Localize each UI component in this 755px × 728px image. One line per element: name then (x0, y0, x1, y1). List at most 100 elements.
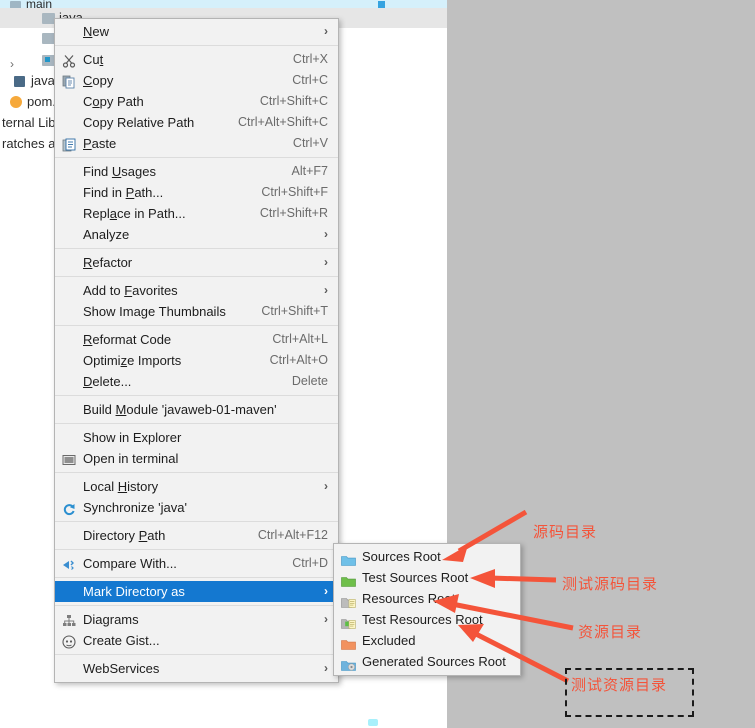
menu-item-find-usages[interactable]: Find Usages Alt+F7 (55, 161, 338, 182)
menu-item-shortcut: Ctrl+X (292, 52, 328, 66)
menu-separator (55, 325, 338, 326)
chevron-right-icon[interactable]: › (300, 280, 328, 301)
folder-generated-icon (341, 656, 356, 671)
chevron-right-icon[interactable]: › (300, 581, 328, 602)
menu-item-label: Delete... (83, 374, 132, 389)
submenu-item-resources-root[interactable]: Resources Root (334, 588, 520, 609)
menu-item-label: Find Usages (83, 164, 156, 179)
menu-item-find-in-path[interactable]: Find in Path... Ctrl+Shift+F (55, 182, 338, 203)
submenu-item-label: Excluded (362, 633, 416, 648)
menu-item-label: Reformat Code (83, 332, 172, 347)
menu-separator (55, 423, 338, 424)
menu-item-build-module-javaweb-01-maven[interactable]: Build Module 'javaweb-01-maven' (55, 399, 338, 420)
mark-directory-as-submenu[interactable]: Sources Root Test Sources Root Resources R… (333, 543, 521, 676)
menu-item-label: Find in Path... (83, 185, 164, 200)
menu-item-synchronize-java[interactable]: Synchronize 'java' (55, 497, 338, 518)
menu-separator (55, 45, 338, 46)
menu-item-open-in-terminal[interactable]: Open in terminal (55, 448, 338, 469)
scissors-icon (62, 53, 76, 68)
chevron-right-icon[interactable]: › (300, 476, 328, 497)
menu-item-copy[interactable]: Copy Ctrl+C (55, 70, 338, 91)
menu-item-label: Replace in Path... (83, 206, 186, 221)
menu-item-webservices[interactable]: WebServices › (55, 658, 338, 679)
menu-item-shortcut: Ctrl+Shift+T (261, 304, 328, 318)
menu-item-replace-in-path[interactable]: Replace in Path... Ctrl+Shift+R (55, 203, 338, 224)
menu-item-copy-relative-path[interactable]: Copy Relative Path Ctrl+Alt+Shift+C (55, 112, 338, 133)
menu-item-shortcut: Ctrl+Alt+Shift+C (238, 115, 328, 129)
menu-item-shortcut: Ctrl+Alt+F12 (257, 528, 328, 542)
menu-item-copy-path[interactable]: Copy Path Ctrl+Shift+C (55, 91, 338, 112)
menu-item-shortcut: Delete (291, 374, 328, 388)
menu-separator (55, 276, 338, 277)
menu-item-paste[interactable]: Paste Ctrl+V (55, 133, 338, 154)
menu-item-compare-with[interactable]: Compare With... Ctrl+D (55, 553, 338, 574)
menu-separator (55, 577, 338, 578)
menu-item-label: Synchronize 'java' (83, 500, 187, 515)
submenu-item-generated-sources-root[interactable]: Generated Sources Root (334, 651, 520, 672)
menu-item-reformat-code[interactable]: Reformat Code Ctrl+Alt+L (55, 329, 338, 350)
menu-item-new[interactable]: New › (55, 21, 338, 42)
menu-item-label: Show in Explorer (83, 430, 182, 445)
paste-icon (62, 137, 76, 151)
submenu-item-test-sources-root[interactable]: Test Sources Root (334, 567, 520, 588)
bottom-cyan-marker (368, 719, 378, 726)
menu-item-show-image-thumbnails[interactable]: Show Image Thumbnails Ctrl+Shift+T (55, 301, 338, 322)
chevron-right-icon[interactable]: › (300, 224, 328, 245)
menu-item-cut[interactable]: Cut Ctrl+X (55, 49, 338, 70)
menu-item-label: Copy Relative Path (83, 115, 195, 130)
menu-item-shortcut: Ctrl+Shift+F (261, 185, 328, 199)
xml-file-icon (10, 96, 22, 108)
menu-item-shortcut: Ctrl+V (292, 136, 328, 150)
chevron-right-icon[interactable]: › (300, 21, 328, 42)
menu-item-shortcut: Ctrl+Alt+O (269, 353, 328, 367)
submenu-item-excluded[interactable]: Excluded (334, 630, 520, 651)
sync-icon (62, 501, 76, 515)
submenu-item-test-resources-root[interactable]: Test Resources Root (334, 609, 520, 630)
menu-item-shortcut: Ctrl+C (292, 73, 328, 87)
menu-item-label: Analyze (83, 227, 130, 242)
menu-item-local-history[interactable]: Local History › (55, 476, 338, 497)
annotation-text: 测试源码目录 (562, 575, 659, 593)
menu-item-create-gist[interactable]: Create Gist... (55, 630, 338, 651)
menu-item-analyze[interactable]: Analyze › (55, 224, 338, 245)
annotation-text: 源码目录 (533, 523, 598, 541)
menu-item-delete[interactable]: Delete... Delete (55, 371, 338, 392)
menu-item-label: Copy Path (83, 94, 144, 109)
menu-item-add-to-favorites[interactable]: Add to Favorites › (55, 280, 338, 301)
menu-item-label: Build Module 'javaweb-01-maven' (83, 402, 277, 417)
compare-icon (62, 557, 76, 571)
menu-item-label: WebServices (83, 661, 160, 676)
menu-item-mark-directory-as[interactable]: Mark Directory as › (55, 581, 338, 602)
submenu-item-label: Test Resources Root (362, 612, 483, 627)
folder-test-resources-icon (341, 614, 356, 629)
submenu-item-sources-root[interactable]: Sources Root (334, 546, 520, 567)
menu-item-label: Add to Favorites (83, 283, 178, 298)
tree-item-label: ternal Lib (2, 115, 56, 130)
menu-item-show-in-explorer[interactable]: Show in Explorer (55, 427, 338, 448)
chevron-right-icon[interactable]: › (300, 658, 328, 679)
menu-item-shortcut: Ctrl+Alt+L (272, 332, 328, 346)
annotation-text: 资源目录 (578, 623, 643, 641)
folder-resources-icon (341, 593, 356, 608)
menu-item-refactor[interactable]: Refactor › (55, 252, 338, 273)
menu-item-diagrams[interactable]: Diagrams › (55, 609, 338, 630)
menu-item-optimize-imports[interactable]: Optimize Imports Ctrl+Alt+O (55, 350, 338, 371)
menu-separator (55, 654, 338, 655)
menu-item-label: Create Gist... (83, 633, 160, 648)
chevron-right-icon[interactable]: › (300, 252, 328, 273)
menu-item-directory-path[interactable]: Directory Path Ctrl+Alt+F12 (55, 525, 338, 546)
menu-item-label: Diagrams (83, 612, 139, 627)
menu-item-label: Open in terminal (83, 451, 179, 466)
submenu-item-label: Test Sources Root (362, 570, 469, 585)
menu-separator (55, 472, 338, 473)
submenu-item-label: Sources Root (362, 549, 441, 564)
menu-item-label: Refactor (83, 255, 133, 270)
menu-separator (55, 549, 338, 550)
menu-item-label: Directory Path (83, 528, 166, 543)
menu-separator (55, 248, 338, 249)
menu-item-label: Mark Directory as (83, 584, 185, 599)
menu-item-shortcut: Ctrl+Shift+R (259, 206, 328, 220)
chevron-right-icon[interactable]: › (300, 609, 328, 630)
menu-item-shortcut: Ctrl+D (292, 556, 328, 570)
context-menu[interactable]: New › Cut Ctrl+X Copy Ctrl+C Copy Path Ctrl+Shi… (54, 18, 339, 683)
